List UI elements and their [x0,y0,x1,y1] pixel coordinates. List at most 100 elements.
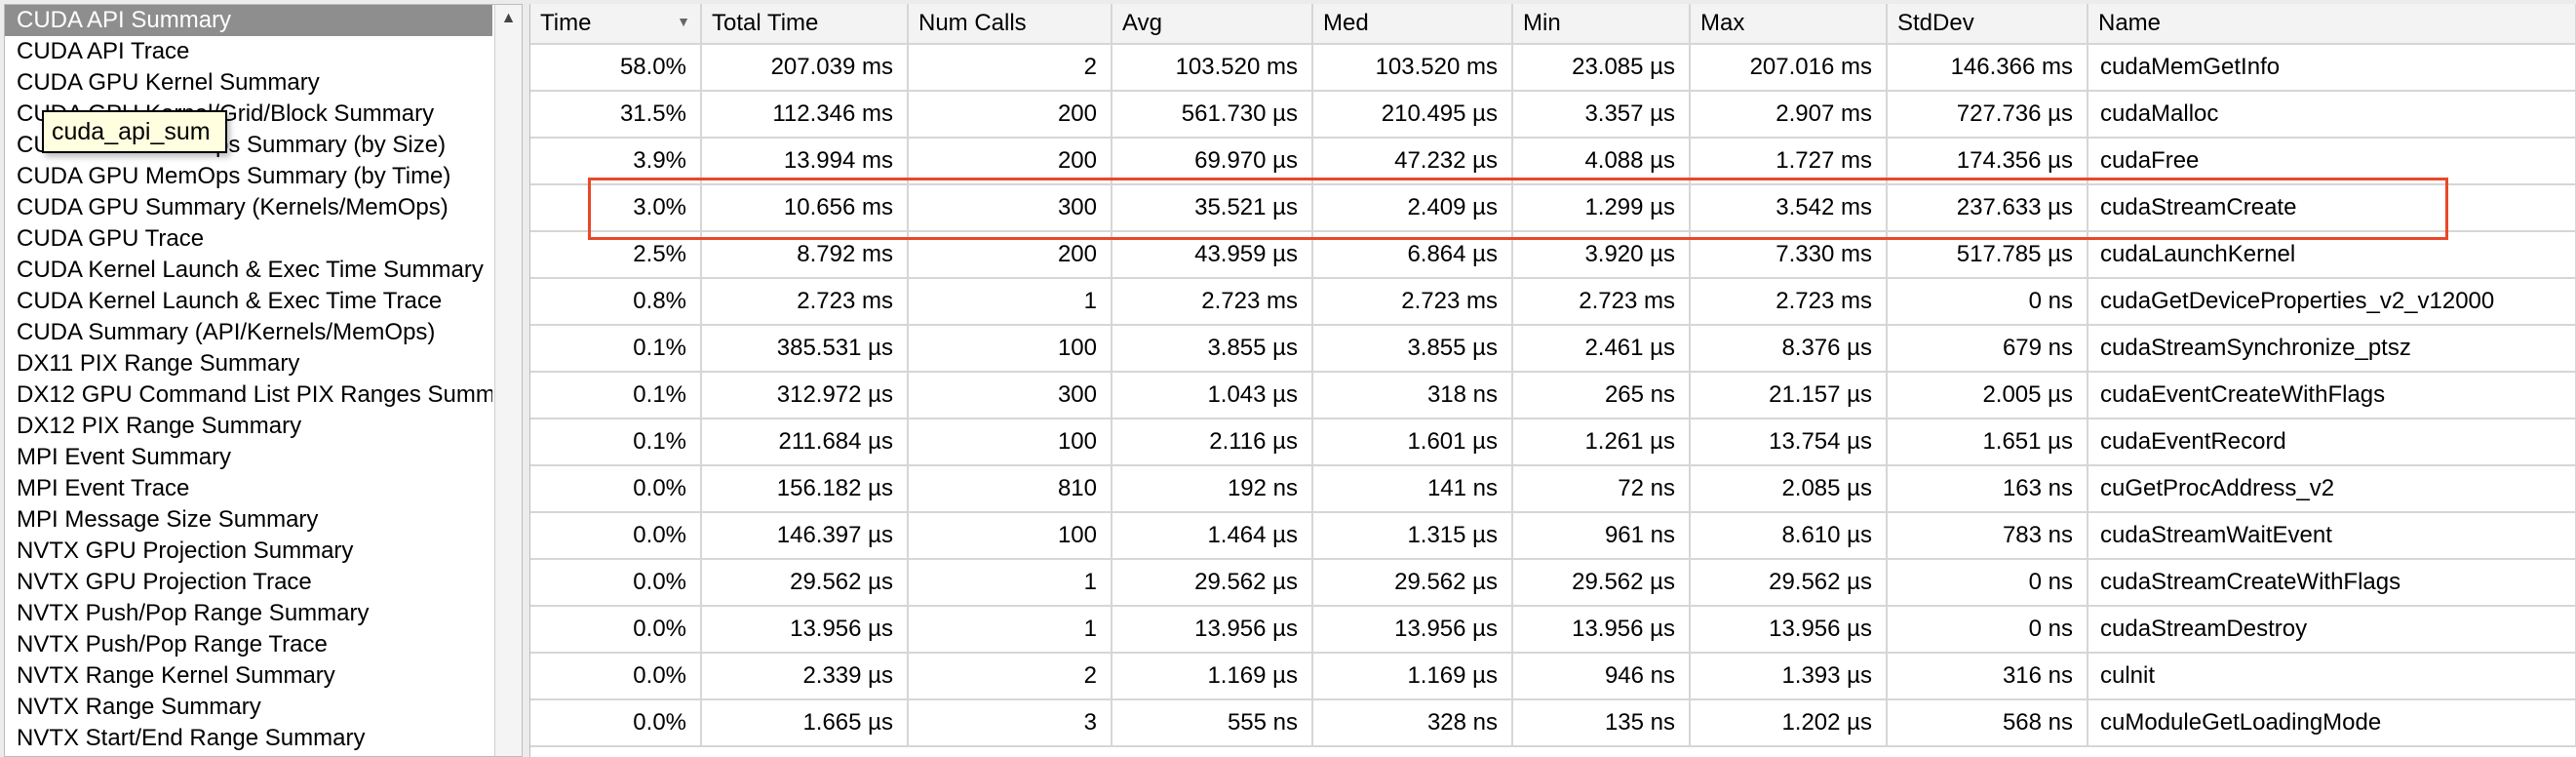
table-row[interactable]: 0.0% 13.956 µs 1 13.956 µs 13.956 µs 13.956 µ… [530,606,2576,654]
report-list-item[interactable]: NVTX GPU Projection Summary [5,536,492,567]
table-row[interactable]: 31.5% 112.346 ms 200 561.730 µs 210.495 µs 3.… [530,91,2576,139]
table-cell: 0.1% [530,372,702,419]
report-list-item[interactable]: CUDA API Trace [5,36,492,67]
report-list-item[interactable]: NVTX Range Kernel Summary [5,660,492,692]
table-cell: 3.9% [530,138,702,185]
report-list-item[interactable]: CUDA Kernel Launch & Exec Time Trace [5,286,492,317]
table-cell: 727.736 µs [1887,91,2088,139]
column-header-label: Min [1523,10,1561,36]
table-row[interactable]: 2.5% 8.792 ms 200 43.959 µs 6.864 µs 3.920 µs… [530,231,2576,279]
table-row[interactable]: 3.0% 10.656 ms 300 35.521 µs 2.409 µs 1.299 µ… [530,184,2576,232]
report-list-item[interactable]: DX12 PIX Range Summary [5,411,492,442]
table-row[interactable]: 0.0% 146.397 µs 100 1.464 µs 1.315 µs 961 ns 8… [530,512,2576,560]
table-cell: 1 [908,278,1112,326]
table-cell: 2.461 µs [1512,325,1691,373]
column-header-label: Total Time [712,10,819,36]
table-cell: cudaFree [2088,138,2576,185]
tooltip: cuda_api_sum [42,110,227,153]
table-cell: 29.562 µs [1112,559,1313,607]
table-cell: 156.182 µs [701,465,909,513]
report-list-item[interactable]: CUDA GPU MemOps Summary (by Time) [5,161,492,192]
report-list-item[interactable]: CUDA Summary (API/Kernels/MemOps) [5,317,492,348]
scrollbar[interactable]: ▲ [494,5,522,756]
column-header-label: Num Calls [918,10,1027,36]
table-cell: 13.956 µs [701,606,909,654]
scroll-up-icon[interactable]: ▲ [495,5,522,32]
table-cell: 3.542 ms [1690,184,1888,232]
sort-descending-icon[interactable]: ▼ [677,14,690,29]
report-list-item[interactable]: NVTX Push/Pop Range Trace [5,629,492,660]
report-list-item[interactable]: MPI Event Trace [5,473,492,504]
table-cell: 29.562 µs [1690,559,1888,607]
results-table: Time ▼ Total Time Num Calls Avg Med Min Max StdD… [529,4,2576,757]
table-cell: 23.085 µs [1512,44,1691,92]
table-cell: 2.085 µs [1690,465,1888,513]
table-cell: 35.521 µs [1112,184,1313,232]
table-row[interactable]: 0.8% 2.723 ms 1 2.723 ms 2.723 ms 2.723 ms 2.7… [530,278,2576,326]
table-cell: 103.520 ms [1312,44,1513,92]
report-list-item[interactable]: DX12 GPU Command List PIX Ranges Summary [5,379,492,411]
table-cell: 100 [908,512,1112,560]
report-list-item[interactable]: DX11 PIX Range Summary [5,348,492,379]
table-cell: 135 ns [1512,699,1691,747]
table-cell: 316 ns [1887,653,2088,700]
table-cell: 7.330 ms [1690,231,1888,279]
column-header[interactable]: Time ▼ [530,4,702,45]
table-cell: 0 ns [1887,278,2088,326]
table-cell: 8.792 ms [701,231,909,279]
report-list-item[interactable]: NVTX GPU Projection Trace [5,567,492,598]
column-header[interactable]: Min [1512,4,1691,45]
table-cell: 13.754 µs [1690,418,1888,466]
table-cell: 237.633 µs [1887,184,2088,232]
report-list-item[interactable]: MPI Event Summary [5,442,492,473]
table-cell: 328 ns [1312,699,1513,747]
report-list-item[interactable]: CUDA GPU Kernel Summary [5,67,492,99]
column-header-label: Name [2098,10,2162,36]
table-cell: 555 ns [1112,699,1313,747]
table-row[interactable]: 0.1% 385.531 µs 100 3.855 µs 3.855 µs 2.461 µ… [530,325,2576,373]
table-cell: 679 ns [1887,325,2088,373]
report-list-item[interactable]: CUDA GPU Trace [5,223,492,255]
table-cell: 2.5% [530,231,702,279]
table-row[interactable]: 3.9% 13.994 ms 200 69.970 µs 47.232 µs 4.088 … [530,138,2576,185]
column-header[interactable]: Max [1690,4,1888,45]
report-list-item[interactable]: NVTX Range Summary [5,692,492,723]
column-header[interactable]: StdDev [1887,4,2088,45]
table-cell: cudaMemGetInfo [2088,44,2576,92]
report-list-item[interactable]: CUDA API Summary [5,5,492,36]
table-cell: 0 ns [1887,559,2088,607]
report-list-item[interactable]: NVTX Push/Pop Range Summary [5,598,492,629]
table-cell: culnit [2088,653,2576,700]
table-cell: cudaEventRecord [2088,418,2576,466]
table-cell: 4.088 µs [1512,138,1691,185]
table-cell: 200 [908,231,1112,279]
table-row[interactable]: 58.0% 207.039 ms 2 103.520 ms 103.520 ms 23.0… [530,44,2576,92]
report-list-item[interactable]: NVTX Start/End Range Summary [5,723,492,754]
table-cell: cuModuleGetLoadingMode [2088,699,2576,747]
column-header[interactable]: Name [2088,4,2576,45]
column-header[interactable]: Num Calls [908,4,1112,45]
table-row[interactable]: 0.1% 211.684 µs 100 2.116 µs 1.601 µs 1.261 µ… [530,418,2576,466]
table-cell: cudaStreamCreateWithFlags [2088,559,2576,607]
table-row[interactable]: 0.1% 312.972 µs 300 1.043 µs 318 ns 265 ns 21.… [530,372,2576,419]
table-cell: 1 [908,606,1112,654]
report-list-item[interactable]: MPI Message Size Summary [5,504,492,536]
column-header[interactable]: Avg [1112,4,1313,45]
report-list-item[interactable]: CUDA GPU Summary (Kernels/MemOps) [5,192,492,223]
table-cell: 0.0% [530,653,702,700]
column-header[interactable]: Total Time [701,4,909,45]
table-row[interactable]: 0.0% 156.182 µs 810 192 ns 141 ns 72 ns 2.085 … [530,465,2576,513]
column-header[interactable]: Med [1312,4,1513,45]
table-cell: 1.299 µs [1512,184,1691,232]
table-cell: 961 ns [1512,512,1691,560]
table-cell: 300 [908,372,1112,419]
report-list-item[interactable]: CUDA Kernel Launch & Exec Time Summary [5,255,492,286]
table-row[interactable]: 0.0% 29.562 µs 1 29.562 µs 29.562 µs 29.562 µ… [530,559,2576,607]
table-cell: 2.907 ms [1690,91,1888,139]
table-row[interactable]: 0.0% 1.665 µs 3 555 ns 328 ns 135 ns 1.202 µs 5… [530,699,2576,747]
table-cell: 31.5% [530,91,702,139]
table-row[interactable]: 0.0% 2.339 µs 2 1.169 µs 1.169 µs 946 ns 1.393… [530,653,2576,700]
table-cell: 192 ns [1112,465,1313,513]
column-header-label: StdDev [1897,10,1974,36]
table-cell: 0.1% [530,325,702,373]
